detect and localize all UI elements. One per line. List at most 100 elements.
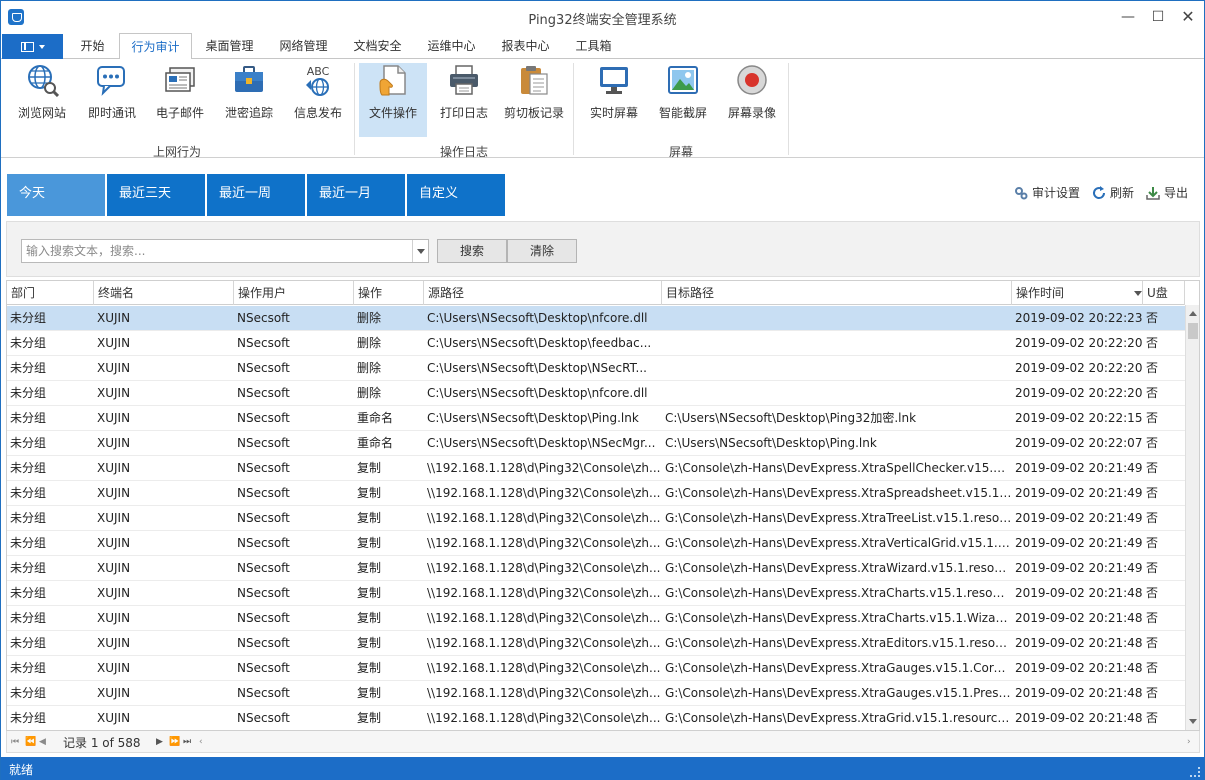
smart-screenshot-button[interactable]: 智能截屏	[652, 63, 714, 137]
scroll-thumb[interactable]	[1188, 323, 1198, 339]
clear-button[interactable]: 清除	[507, 239, 577, 263]
cell-operation: 复制	[357, 611, 382, 625]
table-row[interactable]: 未分组 XUJIN NSecsoft 复制 \\192.168.1.128\d\Ping…	[7, 581, 1185, 606]
horizontal-scroll-right-icon[interactable]: ›	[1187, 737, 1191, 747]
realtime-screen-button[interactable]: 实时屏幕	[583, 63, 645, 137]
status-text: 就绪	[9, 763, 34, 777]
tab-network-management[interactable]: 网络管理	[267, 33, 340, 59]
print-log-button[interactable]: 打印日志	[433, 63, 495, 137]
close-button[interactable]: ✕	[1173, 5, 1203, 29]
column-header-usb[interactable]: U盘	[1143, 281, 1185, 305]
table-row[interactable]: 未分组 XUJIN NSecsoft 删除 C:\Users\NSecsoft\Desk…	[7, 306, 1185, 331]
table-row[interactable]: 未分组 XUJIN NSecsoft 重命名 C:\Users\NSecsoft\Des…	[7, 406, 1185, 431]
date-tab-last-month[interactable]: 最近一月	[307, 174, 405, 216]
resize-grip-icon[interactable]	[1190, 767, 1200, 777]
title-bar: Ping32终端安全管理系统 — ☐ ✕	[1, 1, 1204, 33]
date-tab-today[interactable]: 今天	[7, 174, 105, 216]
prev-page-icon[interactable]: ⏪	[25, 737, 36, 747]
column-header-department[interactable]: 部门	[7, 281, 94, 305]
ribbon: 浏览网站 即时通讯 电子邮件 泄密追踪 ABC 信息发布 文件操作 打印日志 剪…	[1, 59, 1204, 159]
cell-operation-time: 2019-09-02 20:21:48	[1015, 686, 1143, 700]
table-row[interactable]: 未分组 XUJIN NSecsoft 复制 \\192.168.1.128\d\Ping…	[7, 531, 1185, 556]
email-button[interactable]: 电子邮件	[149, 63, 211, 137]
table-row[interactable]: 未分组 XUJIN NSecsoft 删除 C:\Users\NSecsoft\Desk…	[7, 331, 1185, 356]
table-row[interactable]: 未分组 XUJIN NSecsoft 重命名 C:\Users\NSecsoft\Des…	[7, 431, 1185, 456]
record-count: 记录 1 of 588	[63, 736, 141, 750]
table-row[interactable]: 未分组 XUJIN NSecsoft 复制 \\192.168.1.128\d\Ping…	[7, 556, 1185, 581]
app-menu-button[interactable]	[2, 34, 63, 59]
column-header-source-path[interactable]: 源路径	[424, 281, 662, 305]
cell-operation: 复制	[357, 536, 382, 550]
scroll-up-icon[interactable]	[1189, 311, 1197, 316]
cell-user: NSecsoft	[237, 561, 290, 575]
screen-recording-label: 屏幕录像	[727, 106, 776, 120]
table-row[interactable]: 未分组 XUJIN NSecsoft 复制 \\192.168.1.128\d\Ping…	[7, 656, 1185, 681]
file-operations-button[interactable]: 文件操作	[359, 63, 427, 137]
cell-terminal: XUJIN	[97, 636, 131, 650]
minimize-button[interactable]: —	[1113, 5, 1143, 29]
tab-behavior-audit[interactable]: 行为审计	[119, 33, 192, 60]
table-row[interactable]: 未分组 XUJIN NSecsoft 删除 C:\Users\NSecsoft\Desk…	[7, 381, 1185, 406]
cell-source-path: C:\Users\NSecsoft\Desktop\Ping.lnk	[427, 411, 639, 425]
date-tab-last-3-days[interactable]: 最近三天	[107, 174, 205, 216]
audit-settings-button[interactable]: 审计设置	[1014, 184, 1080, 200]
scroll-down-icon[interactable]	[1189, 719, 1197, 724]
column-header-operation-time[interactable]: 操作时间	[1012, 281, 1143, 305]
table-row[interactable]: 未分组 XUJIN NSecsoft 复制 \\192.168.1.128\d\Ping…	[7, 631, 1185, 656]
next-record-icon[interactable]: ▶	[156, 737, 163, 747]
table-row[interactable]: 未分组 XUJIN NSecsoft 复制 \\192.168.1.128\d\Ping…	[7, 481, 1185, 506]
cell-department: 未分组	[10, 436, 47, 450]
cell-operation: 复制	[357, 636, 382, 650]
instant-messaging-label: 即时通讯	[87, 106, 136, 120]
column-header-operation[interactable]: 操作	[354, 281, 424, 305]
cell-usb: 否	[1146, 361, 1159, 375]
cell-user: NSecsoft	[237, 361, 290, 375]
cell-terminal: XUJIN	[97, 436, 131, 450]
cell-user: NSecsoft	[237, 611, 290, 625]
last-page-icon[interactable]: ⏭	[183, 737, 191, 747]
search-button[interactable]: 搜索	[437, 239, 507, 263]
cell-target-path: G:\Console\zh-Hans\DevExpress.XtraGrid.v…	[665, 711, 1012, 725]
tab-desktop-management[interactable]: 桌面管理	[193, 33, 266, 59]
first-page-icon[interactable]: ⏮	[11, 737, 19, 747]
date-tab-last-week[interactable]: 最近一周	[207, 174, 305, 216]
table-row[interactable]: 未分组 XUJIN NSecsoft 复制 \\192.168.1.128\d\Ping…	[7, 606, 1185, 631]
search-input[interactable]	[22, 240, 412, 262]
operation-time-label: 操作时间	[1016, 286, 1065, 300]
cell-operation: 复制	[357, 586, 382, 600]
cell-source-path: \\192.168.1.128\d\Ping32\Console\zh...	[427, 461, 661, 475]
clipboard-log-button[interactable]: 剪切板记录	[498, 63, 570, 137]
cell-operation: 复制	[357, 486, 382, 500]
prev-record-icon[interactable]: ◀	[39, 737, 46, 747]
column-header-user[interactable]: 操作用户	[234, 281, 354, 305]
tab-report-center[interactable]: 报表中心	[489, 33, 562, 59]
horizontal-scroll-left-icon[interactable]: ‹	[199, 737, 203, 747]
cell-operation-time: 2019-09-02 20:21:49	[1015, 486, 1143, 500]
instant-messaging-button[interactable]: 即时通讯	[81, 63, 143, 137]
cell-terminal: XUJIN	[97, 686, 131, 700]
browse-websites-button[interactable]: 浏览网站	[11, 63, 73, 137]
tab-document-security[interactable]: 文档安全	[341, 33, 414, 59]
chat-bubble-icon	[97, 66, 125, 96]
tab-toolbox[interactable]: 工具箱	[563, 33, 624, 59]
tab-ops-center[interactable]: 运维中心	[415, 33, 488, 59]
table-row[interactable]: 未分组 XUJIN NSecsoft 复制 \\192.168.1.128\d\Ping…	[7, 506, 1185, 531]
vertical-scrollbar[interactable]	[1185, 305, 1199, 730]
column-header-target-path[interactable]: 目标路径	[662, 281, 1012, 305]
maximize-button[interactable]: ☐	[1143, 5, 1173, 29]
table-row[interactable]: 未分组 XUJIN NSecsoft 复制 \\192.168.1.128\d\Ping…	[7, 456, 1185, 481]
column-header-terminal[interactable]: 终端名	[94, 281, 234, 305]
export-button[interactable]: 导出	[1146, 184, 1188, 200]
next-page-icon[interactable]: ⏩	[169, 737, 180, 747]
date-tab-custom[interactable]: 自定义	[407, 174, 505, 216]
table-row[interactable]: 未分组 XUJIN NSecsoft 复制 \\192.168.1.128\d\Ping…	[7, 681, 1185, 706]
search-dropdown-button[interactable]	[412, 240, 428, 262]
leak-tracking-button[interactable]: 泄密追踪	[218, 63, 280, 137]
refresh-button[interactable]: 刷新	[1092, 184, 1134, 200]
screen-recording-button[interactable]: 屏幕录像	[721, 63, 783, 137]
table-row[interactable]: 未分组 XUJIN NSecsoft 复制 \\192.168.1.128\d\Ping…	[7, 706, 1185, 730]
table-row[interactable]: 未分组 XUJIN NSecsoft 删除 C:\Users\NSecsoft\Desk…	[7, 356, 1185, 381]
tab-start[interactable]: 开始	[65, 33, 120, 59]
cell-usb: 否	[1146, 511, 1159, 525]
info-publish-button[interactable]: ABC 信息发布	[287, 63, 349, 137]
